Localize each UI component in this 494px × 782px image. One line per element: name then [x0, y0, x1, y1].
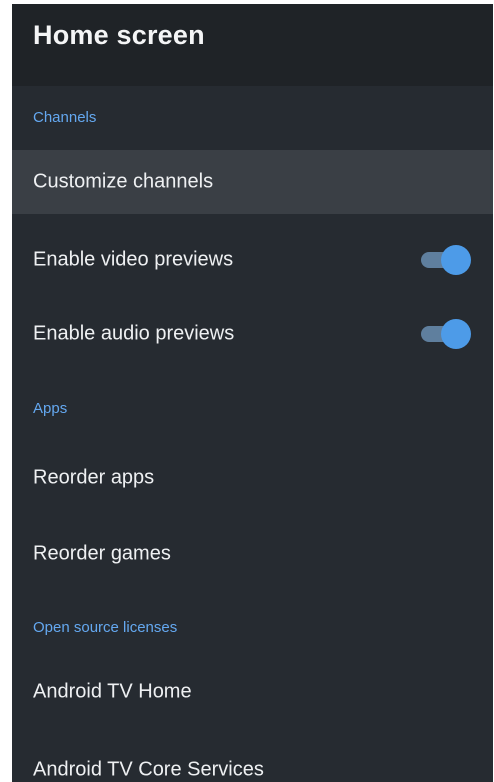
- panel-header: Home screen: [12, 4, 493, 86]
- enable-audio-previews-item[interactable]: Enable audio previews: [12, 302, 493, 366]
- section-header-apps: Apps: [33, 400, 68, 417]
- android-tv-home-item[interactable]: Android TV Home: [12, 660, 493, 724]
- reorder-apps-label: Reorder apps: [33, 466, 155, 489]
- enable-audio-previews-label: Enable audio previews: [33, 322, 235, 345]
- android-tv-home-label: Android TV Home: [33, 680, 192, 703]
- toggle-thumb: [441, 319, 471, 349]
- customize-channels-label: Customize channels: [33, 170, 214, 193]
- enable-video-previews-item[interactable]: Enable video previews: [12, 228, 493, 292]
- reorder-games-label: Reorder games: [33, 542, 171, 565]
- reorder-apps-item[interactable]: Reorder apps: [12, 446, 493, 510]
- customize-channels-item[interactable]: Customize channels: [12, 150, 493, 214]
- reorder-games-item[interactable]: Reorder games: [12, 522, 493, 586]
- android-tv-core-services-label: Android TV Core Services: [33, 758, 264, 781]
- page-title: Home screen: [33, 20, 205, 50]
- toggle-thumb: [441, 245, 471, 275]
- enable-video-previews-label: Enable video previews: [33, 248, 234, 271]
- section-header-channels: Channels: [33, 109, 97, 126]
- android-tv-core-services-item[interactable]: Android TV Core Services: [12, 738, 493, 782]
- audio-previews-toggle[interactable]: [421, 319, 471, 349]
- section-header-open-source-licenses: Open source licenses: [33, 619, 178, 636]
- video-previews-toggle[interactable]: [421, 245, 471, 275]
- settings-panel: Home screen Channels Customize channels …: [12, 4, 493, 782]
